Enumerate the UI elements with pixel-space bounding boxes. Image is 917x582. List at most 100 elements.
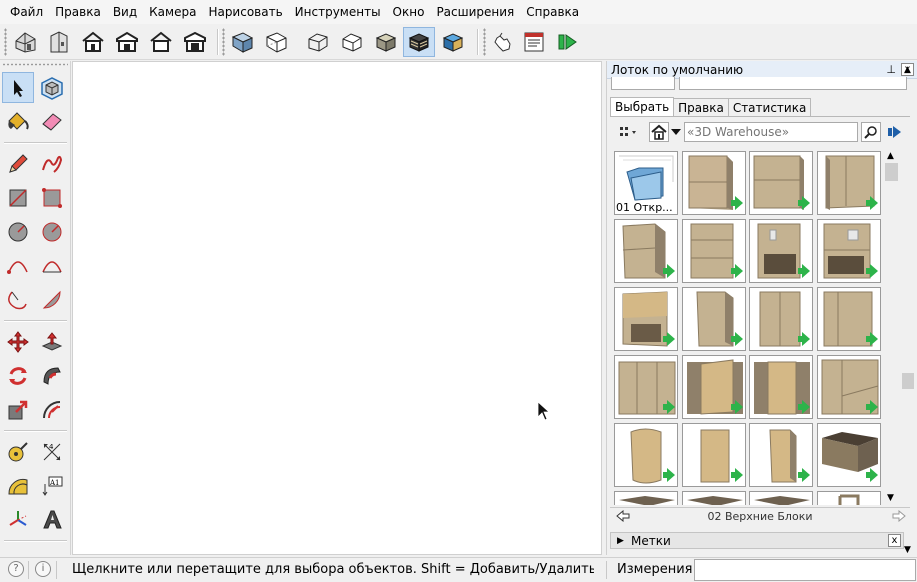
component-thumb[interactable] — [817, 219, 881, 283]
tab-edit[interactable]: Правка — [673, 98, 729, 117]
folder-item[interactable]: 01 Откр... — [614, 151, 678, 215]
menu-view[interactable]: Вид — [107, 1, 143, 23]
left-view-button[interactable] — [145, 27, 177, 57]
protractor-tool[interactable] — [2, 470, 34, 501]
component-thumb[interactable] — [614, 219, 678, 283]
component-thumb[interactable] — [817, 287, 881, 351]
drawing-viewport[interactable] — [72, 61, 602, 555]
menu-draw[interactable]: Нарисовать — [202, 1, 288, 23]
tray-scroll-thumb[interactable] — [902, 373, 914, 389]
axes-tool[interactable] — [2, 504, 34, 535]
scroll-down-icon[interactable]: ▼ — [887, 493, 894, 503]
pie-tool[interactable] — [36, 284, 68, 315]
component-thumb[interactable] — [682, 219, 746, 283]
circle-tool[interactable] — [2, 216, 34, 247]
component-thumb[interactable] — [817, 355, 881, 419]
menu-edit[interactable]: Правка — [49, 1, 107, 23]
follow-me-tool[interactable] — [36, 360, 68, 391]
warehouse-search-input[interactable] — [684, 122, 858, 142]
labels-panel-header[interactable]: ▶ Метки x — [610, 532, 904, 549]
credits-info-icon[interactable]: i — [35, 561, 51, 577]
component-thumb[interactable] — [614, 491, 678, 505]
component-thumb[interactable] — [682, 491, 746, 505]
component-thumb[interactable] — [817, 423, 881, 487]
select-tool[interactable] — [2, 72, 34, 103]
component-thumb[interactable] — [682, 151, 746, 215]
tray-scroll-down-icon[interactable]: ▼ — [904, 545, 911, 555]
toolbar-grip[interactable] — [483, 28, 486, 56]
dimension-tool[interactable]: 4 — [36, 436, 68, 467]
component-thumb[interactable] — [749, 287, 813, 351]
text-tool[interactable]: A1 — [36, 470, 68, 501]
model-info-button[interactable] — [518, 27, 550, 57]
xray-style-button[interactable] — [226, 27, 258, 57]
rotated-rectangle-tool[interactable] — [36, 182, 68, 213]
component-thumb[interactable] — [614, 423, 678, 487]
palette-grip[interactable] — [2, 63, 68, 66]
component-thumb[interactable] — [749, 423, 813, 487]
iso-view-button[interactable] — [10, 27, 42, 57]
toolbar-grip[interactable] — [4, 28, 7, 56]
freehand-tool[interactable] — [36, 148, 68, 179]
home-collection-button[interactable] — [649, 122, 669, 142]
component-thumb[interactable] — [817, 491, 881, 505]
tab-statistics[interactable]: Статистика — [727, 98, 812, 117]
front-view-button[interactable] — [77, 27, 109, 57]
arc-tool[interactable] — [2, 250, 34, 281]
component-thumb[interactable] — [614, 287, 678, 351]
back-edges-button[interactable] — [260, 27, 292, 57]
component-thumb[interactable] — [614, 355, 678, 419]
view-options-button[interactable] — [617, 123, 641, 141]
three-point-arc-tool[interactable] — [2, 284, 34, 315]
component-thumb[interactable] — [682, 287, 746, 351]
search-button[interactable] — [861, 122, 881, 142]
push-pull-tool[interactable] — [36, 326, 68, 357]
scroll-thumb[interactable] — [885, 163, 898, 181]
tray-scroll-up-icon[interactable]: ▲ — [904, 65, 911, 75]
component-thumb[interactable] — [749, 491, 813, 505]
component-thumb[interactable] — [682, 355, 746, 419]
measurements-input[interactable] — [694, 559, 916, 581]
tape-measure-tool[interactable] — [2, 436, 34, 467]
menu-tools[interactable]: Инструменты — [289, 1, 387, 23]
3d-text-tool[interactable] — [36, 504, 68, 535]
extension-button[interactable] — [552, 27, 584, 57]
hidden-line-button[interactable] — [336, 27, 368, 57]
menu-window[interactable]: Окно — [387, 1, 431, 23]
back-view-button[interactable] — [111, 27, 143, 57]
component-thumb[interactable] — [682, 423, 746, 487]
polygon-tool[interactable] — [36, 216, 68, 247]
geolocation-icon[interactable]: ? — [8, 561, 24, 577]
scale-tool[interactable] — [2, 394, 34, 425]
shaded-button[interactable] — [370, 27, 402, 57]
tab-select[interactable]: Выбрать — [610, 97, 675, 117]
monochrome-button[interactable] — [437, 27, 469, 57]
menu-camera[interactable]: Камера — [143, 1, 202, 23]
side-view-button[interactable] — [43, 27, 75, 57]
component-thumb[interactable] — [749, 355, 813, 419]
rotate-tool[interactable] — [2, 360, 34, 391]
move-tool[interactable] — [2, 326, 34, 357]
tray-scrollbar[interactable]: ▲ ▼ — [901, 65, 915, 555]
component-grid-scrollbar[interactable]: ▲ ▼ — [883, 149, 900, 505]
rectangle-tool[interactable] — [2, 182, 34, 213]
two-point-arc-tool[interactable] — [36, 250, 68, 281]
component-thumb[interactable] — [749, 151, 813, 215]
scroll-up-icon[interactable]: ▲ — [887, 151, 894, 161]
expand-triangle-icon[interactable]: ▶ — [617, 536, 624, 546]
collection-dropdown-icon[interactable] — [671, 126, 681, 138]
menu-extensions[interactable]: Расширения — [430, 1, 520, 23]
make-component-tool[interactable] — [36, 72, 68, 103]
component-thumb[interactable] — [749, 219, 813, 283]
paint-bucket-tool[interactable] — [2, 105, 34, 136]
toolbar-grip[interactable] — [222, 28, 225, 56]
component-desc-field[interactable] — [679, 77, 907, 90]
menu-help[interactable]: Справка — [520, 1, 585, 23]
component-thumb[interactable] — [817, 151, 881, 215]
eraser-tool[interactable] — [36, 105, 68, 136]
labels-panel-close-button[interactable]: x — [888, 534, 901, 547]
top-view-button[interactable] — [179, 27, 211, 57]
offset-tool[interactable] — [36, 394, 68, 425]
textured-button[interactable] — [403, 27, 435, 57]
component-name-field[interactable] — [611, 77, 675, 90]
